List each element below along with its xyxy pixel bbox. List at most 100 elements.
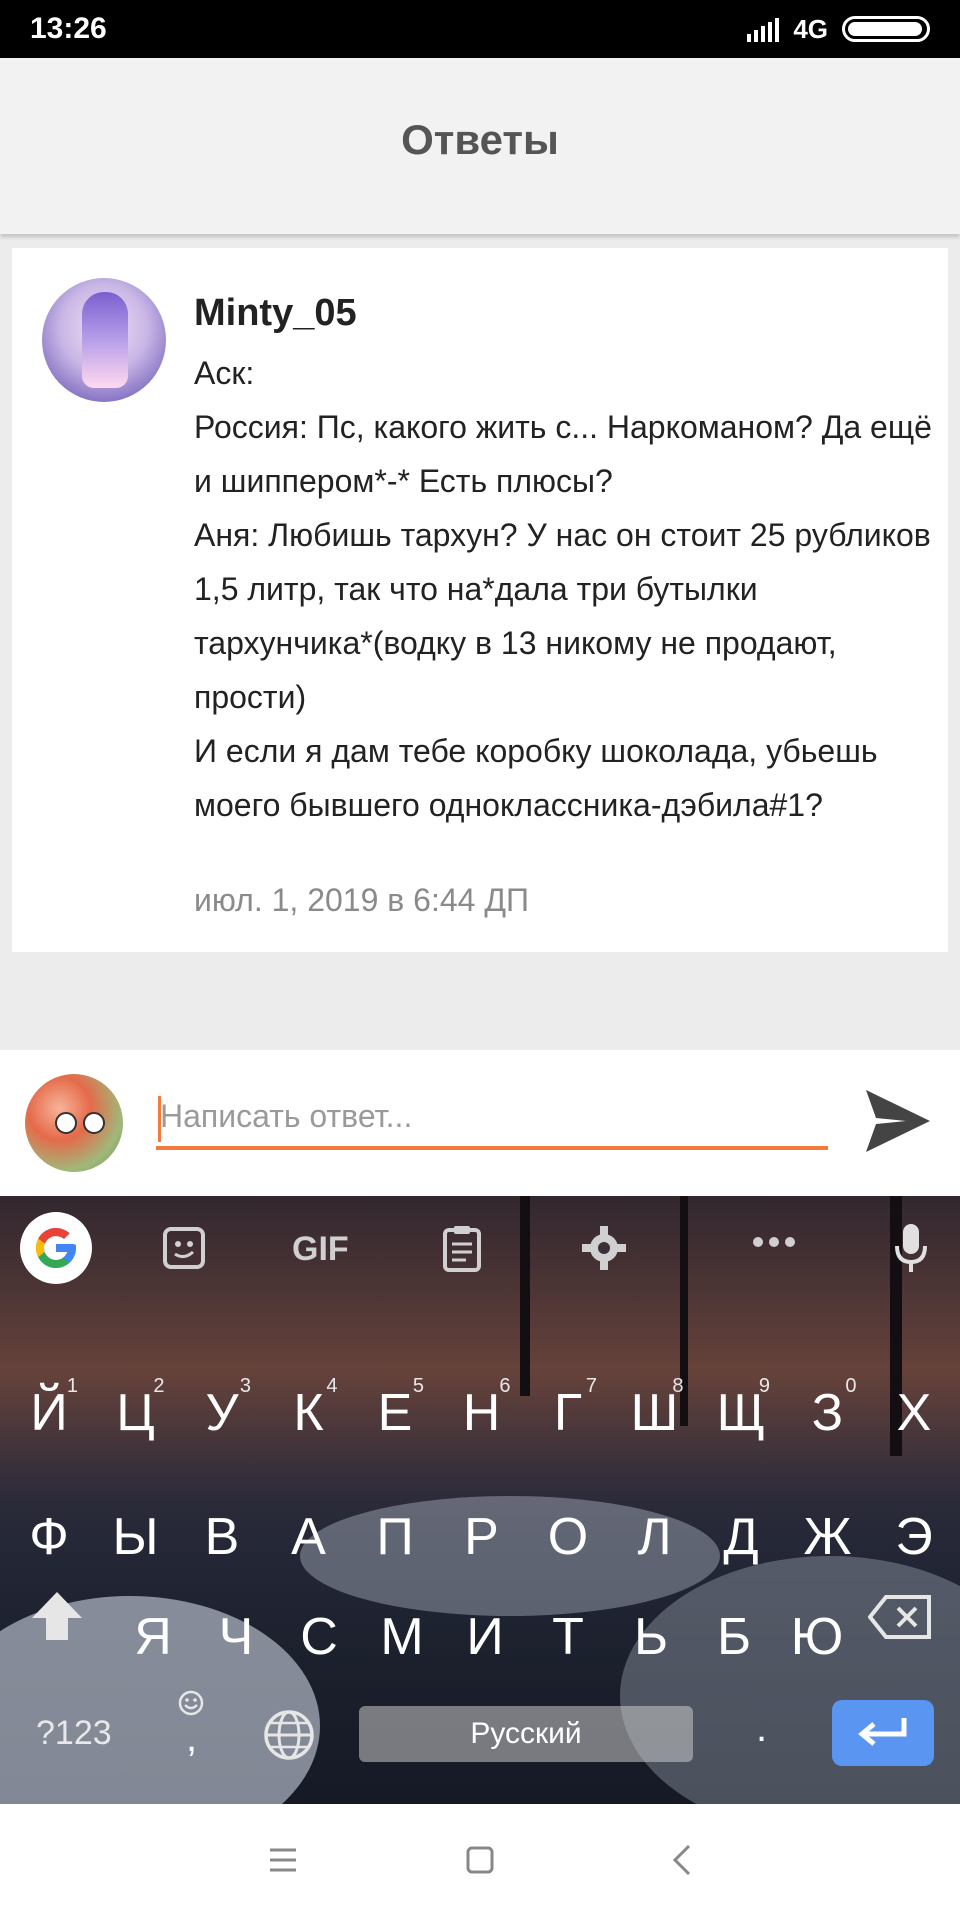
key-hint: 3 — [239, 1375, 251, 1397]
message-body: Аск: Россия: Пс, какого жить с... Нарком… — [194, 346, 934, 832]
period-key[interactable]: . — [756, 1706, 767, 1751]
key-hint: 6 — [499, 1375, 511, 1397]
key-row2-7[interactable]: Л — [612, 1492, 698, 1582]
backspace-icon[interactable] — [868, 1594, 932, 1640]
key-row2-1[interactable]: Ы — [93, 1492, 179, 1582]
key-row2-4[interactable]: П — [352, 1492, 438, 1582]
key-row2-5[interactable]: Р — [439, 1492, 525, 1582]
key-row1-0[interactable]: Й1 — [6, 1368, 92, 1458]
enter-arrow-icon — [858, 1718, 907, 1746]
key-row2-3[interactable]: А — [266, 1492, 352, 1582]
app-header: Ответы — [0, 58, 960, 234]
space-key[interactable]: Русский — [359, 1706, 693, 1762]
key-row1-9[interactable]: З0 — [785, 1368, 871, 1458]
key-row1-8[interactable]: Щ9 — [698, 1368, 784, 1458]
key-row2-10[interactable]: Э — [871, 1492, 957, 1582]
network-type: 4G — [793, 13, 828, 44]
avatar-figure — [82, 292, 128, 388]
reply-placeholder: Написать ответ... — [160, 1098, 413, 1134]
avatar-eye — [83, 1112, 105, 1134]
gif-button[interactable]: GIF — [292, 1230, 349, 1269]
key-label: О — [547, 1508, 589, 1566]
key-row3-7[interactable]: Б — [691, 1592, 777, 1682]
key-label: У — [205, 1384, 239, 1442]
key-row3-5[interactable]: Т — [525, 1592, 611, 1682]
status-icons: 4G — [747, 10, 930, 48]
key-label: В — [204, 1508, 240, 1566]
comma-label: , — [186, 1716, 198, 1760]
key-hint: 2 — [153, 1375, 165, 1397]
message-line: Аск: — [194, 355, 255, 391]
globe-icon[interactable] — [262, 1708, 316, 1762]
background-tree — [520, 1196, 530, 1396]
key-row3-6[interactable]: Ь — [608, 1592, 694, 1682]
avatar[interactable] — [42, 278, 166, 402]
key-label: Ч — [218, 1608, 254, 1666]
key-row2-0[interactable]: Ф — [6, 1492, 92, 1582]
key-row2-8[interactable]: Д — [698, 1492, 784, 1582]
symbols-key[interactable]: ?123 — [36, 1714, 112, 1753]
key-row1-7[interactable]: Ш8 — [612, 1368, 698, 1458]
key-label: Е — [377, 1384, 413, 1442]
emoji-comma-key[interactable]: , — [178, 1690, 212, 1768]
key-label: Ы — [112, 1508, 159, 1566]
key-label: Л — [637, 1508, 672, 1566]
home-icon[interactable] — [466, 1846, 494, 1874]
key-row3-3[interactable]: М — [359, 1592, 445, 1682]
google-icon[interactable] — [20, 1212, 92, 1284]
key-hint: 5 — [412, 1375, 424, 1397]
key-label: Й — [30, 1384, 68, 1442]
reply-bar: Написать ответ... — [0, 1050, 960, 1196]
key-row1-10[interactable]: Х — [871, 1368, 957, 1458]
status-bar: 13:26 4G — [0, 0, 960, 58]
google-g-icon — [36, 1228, 76, 1268]
key-row1-6[interactable]: Г7 — [525, 1368, 611, 1458]
answer-card: Minty_05 Аск: Россия: Пс, какого жить с.… — [12, 248, 948, 952]
key-hint: 4 — [326, 1375, 338, 1397]
key-row3-8[interactable]: Ю — [774, 1592, 860, 1682]
key-hint: 8 — [672, 1375, 684, 1397]
send-icon[interactable] — [862, 1086, 934, 1156]
key-row1-3[interactable]: К4 — [266, 1368, 352, 1458]
status-time: 13:26 — [30, 12, 107, 45]
clipboard-icon[interactable] — [442, 1224, 482, 1272]
key-row2-2[interactable]: В — [179, 1492, 265, 1582]
key-row3-2[interactable]: С — [276, 1592, 362, 1682]
back-icon[interactable] — [672, 1844, 692, 1876]
key-row3-1[interactable]: Ч — [193, 1592, 279, 1682]
key-label: Ф — [29, 1508, 69, 1566]
key-row2-6[interactable]: О — [525, 1492, 611, 1582]
shift-key-icon[interactable] — [28, 1588, 86, 1644]
page-title: Ответы — [401, 116, 559, 163]
key-row1-4[interactable]: Е5 — [352, 1368, 438, 1458]
key-hint: 0 — [845, 1375, 857, 1397]
message-line: Аня: Любишь тархун? У нас он стоит 25 ру… — [194, 517, 931, 715]
message-line: Россия: Пс, какого жить с... Наркоманом?… — [194, 409, 932, 499]
sticker-icon[interactable] — [162, 1226, 206, 1270]
key-row1-2[interactable]: У3 — [179, 1368, 265, 1458]
key-label: А — [291, 1508, 326, 1566]
menu-icon[interactable] — [268, 1846, 298, 1874]
key-row1-5[interactable]: Н6 — [439, 1368, 525, 1458]
enter-key[interactable] — [832, 1700, 934, 1766]
key-label: Ц — [116, 1384, 155, 1442]
key-label: Т — [552, 1608, 584, 1666]
microphone-icon[interactable] — [894, 1222, 928, 1274]
key-label: Г — [553, 1384, 583, 1442]
my-avatar — [25, 1074, 123, 1172]
key-row1-1[interactable]: Ц2 — [93, 1368, 179, 1458]
signal-icon — [747, 16, 780, 42]
key-row3-4[interactable]: И — [442, 1592, 528, 1682]
message-timestamp: июл. 1, 2019 в 6:44 ДП — [194, 882, 530, 918]
key-hint: 1 — [66, 1375, 78, 1397]
settings-gear-icon[interactable] — [582, 1226, 626, 1270]
navigation-bar — [0, 1804, 960, 1920]
reply-input[interactable]: Написать ответ... — [156, 1086, 828, 1150]
message-line: И если я дам тебе коробку шоколада, убье… — [194, 733, 878, 823]
key-row2-9[interactable]: Ж — [785, 1492, 871, 1582]
key-label: Ш — [630, 1384, 679, 1442]
key-row3-0[interactable]: Я — [110, 1592, 196, 1682]
key-label: З — [811, 1384, 844, 1442]
more-options-icon[interactable] — [752, 1236, 796, 1248]
username[interactable]: Minty_05 — [194, 292, 357, 335]
